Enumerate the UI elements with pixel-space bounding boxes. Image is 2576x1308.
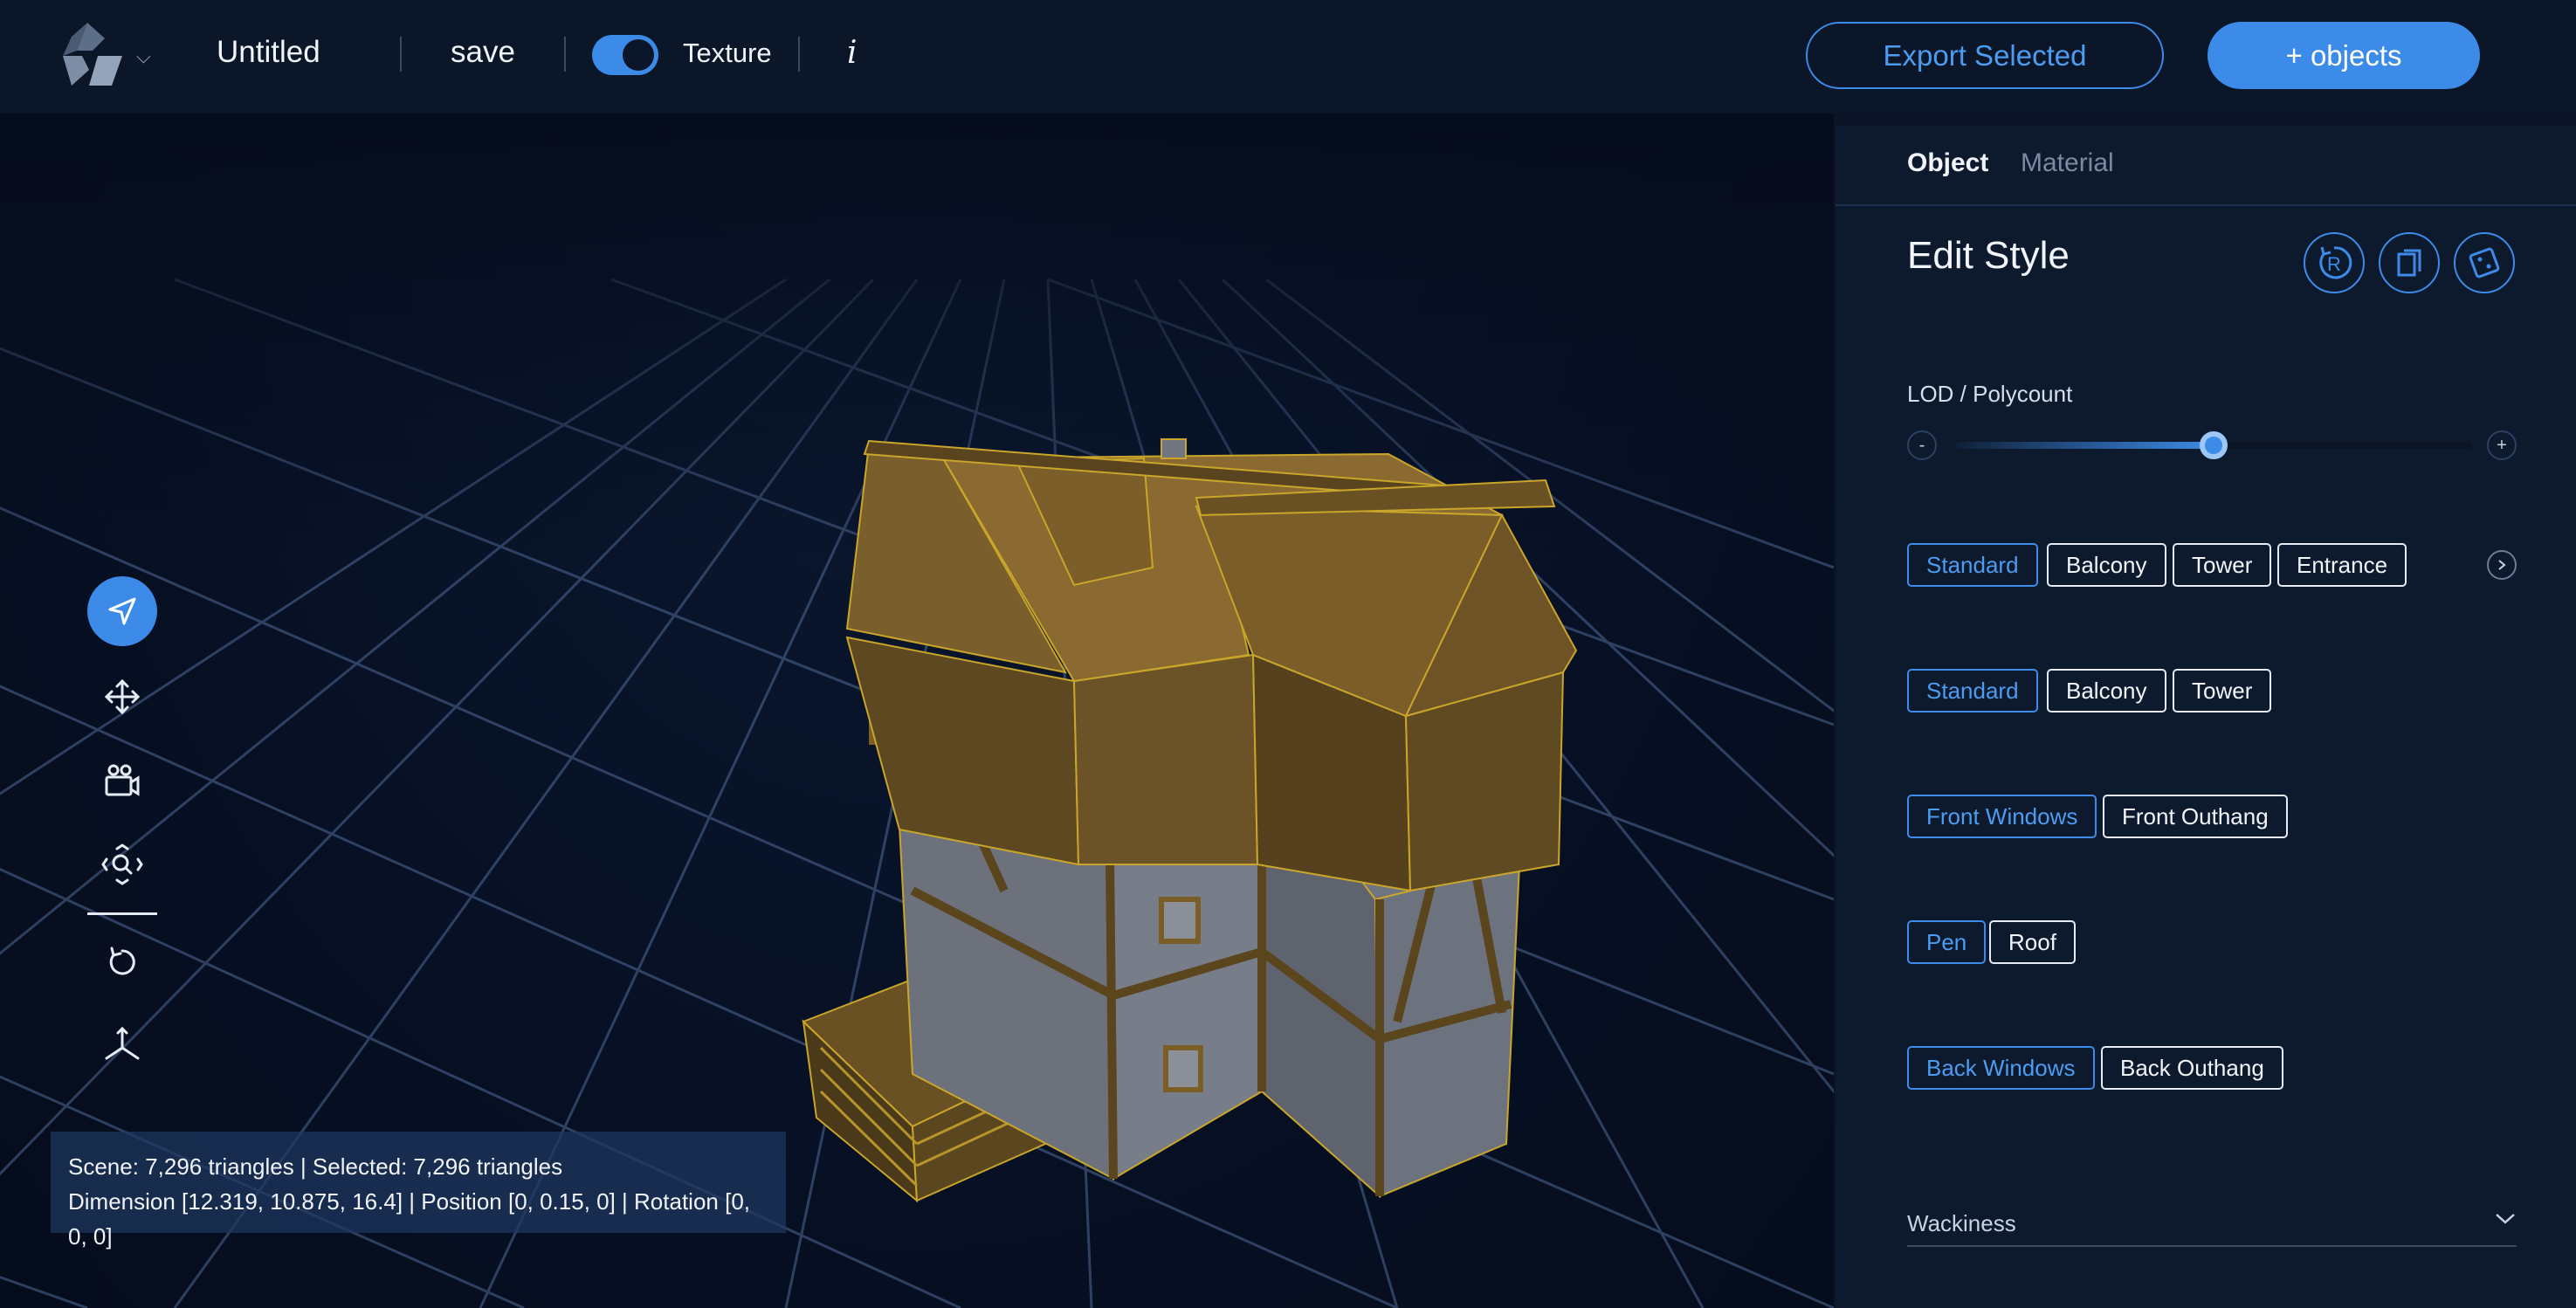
- axes-tool-button[interactable]: [87, 1009, 157, 1079]
- chevron-right-icon: [2498, 560, 2506, 570]
- select-tool-button[interactable]: [87, 576, 157, 646]
- wackiness-label: Wackiness: [1907, 1210, 2016, 1236]
- option-chip[interactable]: Roof: [1989, 920, 2076, 964]
- zoom-tool-button[interactable]: [87, 830, 157, 899]
- move-icon: [104, 678, 141, 715]
- rotate-tool-button[interactable]: [87, 927, 157, 997]
- scene-canvas[interactable]: [0, 114, 1834, 1308]
- divider: [798, 37, 800, 72]
- svg-text:R: R: [2327, 253, 2341, 275]
- option-chip[interactable]: Back Windows: [1907, 1046, 2095, 1090]
- duplicate-button[interactable]: [2379, 232, 2440, 293]
- option-chip[interactable]: Tower: [2173, 669, 2272, 713]
- lod-slider-fill: [1956, 442, 2214, 449]
- 3d-viewport[interactable]: Scene: 7,296 triangles | Selected: 7,296…: [0, 114, 1834, 1308]
- duplicate-icon: [2397, 249, 2421, 277]
- lod-decrease-button[interactable]: -: [1907, 430, 1937, 460]
- randomize-icon: [2469, 247, 2500, 279]
- option-chip[interactable]: Balcony: [2047, 543, 2166, 587]
- option-chip[interactable]: Front Windows: [1907, 795, 2097, 838]
- properties-panel: Object Material Edit Style R LOD / Polyc…: [1836, 126, 2576, 1308]
- divider: [400, 37, 402, 72]
- option-chip[interactable]: Balcony: [2047, 669, 2166, 713]
- option-chip[interactable]: Entrance: [2277, 543, 2407, 587]
- option-chip[interactable]: Back Outhang: [2101, 1046, 2283, 1090]
- zoom-icon: [101, 843, 143, 885]
- top-bar: ⌵ Untitled save Texture i Export Selecte…: [0, 0, 2576, 114]
- lod-slider-thumb[interactable]: [2200, 431, 2228, 459]
- randomize-button[interactable]: [2454, 232, 2515, 293]
- panel-title: Edit Style: [1907, 234, 2070, 277]
- transform-readout: Dimension [12.319, 10.875, 16.4] | Posit…: [68, 1188, 751, 1249]
- triangle-count: Scene: 7,296 triangles | Selected: 7,296…: [68, 1153, 563, 1180]
- add-objects-button[interactable]: + objects: [2208, 22, 2480, 89]
- lod-label: LOD / Polycount: [1907, 381, 2073, 407]
- move-tool-button[interactable]: [87, 662, 157, 732]
- chevron-down-icon: [2496, 1214, 2515, 1224]
- axes-icon: [105, 1026, 140, 1060]
- app-logo-icon[interactable]: [54, 17, 133, 91]
- tab-object[interactable]: Object: [1907, 148, 1988, 178]
- row-next-button[interactable]: [2487, 550, 2517, 580]
- info-icon[interactable]: i: [847, 35, 858, 71]
- select-icon: [108, 597, 136, 625]
- texture-toggle[interactable]: [592, 35, 658, 75]
- option-chip[interactable]: Front Outhang: [2103, 795, 2288, 838]
- wackiness-dropdown[interactable]: Wackiness: [1907, 1203, 2517, 1247]
- option-chip[interactable]: Standard: [1907, 543, 2038, 587]
- camera-icon: [105, 764, 140, 796]
- camera-tool-button[interactable]: [87, 746, 157, 816]
- toolbar-divider: [87, 912, 157, 915]
- logo-menu-chevron-icon[interactable]: ⌵: [136, 45, 151, 68]
- divider: [564, 37, 566, 72]
- tab-divider: [1836, 204, 2576, 206]
- project-title[interactable]: Untitled: [217, 35, 320, 70]
- lod-increase-button[interactable]: +: [2487, 430, 2517, 460]
- export-selected-button[interactable]: Export Selected: [1806, 22, 2164, 89]
- option-chip[interactable]: Standard: [1907, 669, 2038, 713]
- save-button[interactable]: save: [451, 35, 515, 70]
- scene-stats: Scene: 7,296 triangles | Selected: 7,296…: [51, 1132, 786, 1249]
- option-chip[interactable]: Tower: [2173, 543, 2272, 587]
- reset-icon: R: [2319, 246, 2352, 279]
- reset-style-button[interactable]: R: [2304, 232, 2365, 293]
- texture-toggle-label: Texture: [683, 38, 772, 68]
- option-chip[interactable]: Pen: [1907, 920, 1987, 964]
- house-model[interactable]: [802, 438, 1578, 1203]
- rotate-icon: [109, 947, 135, 975]
- tab-material[interactable]: Material: [2021, 148, 2114, 178]
